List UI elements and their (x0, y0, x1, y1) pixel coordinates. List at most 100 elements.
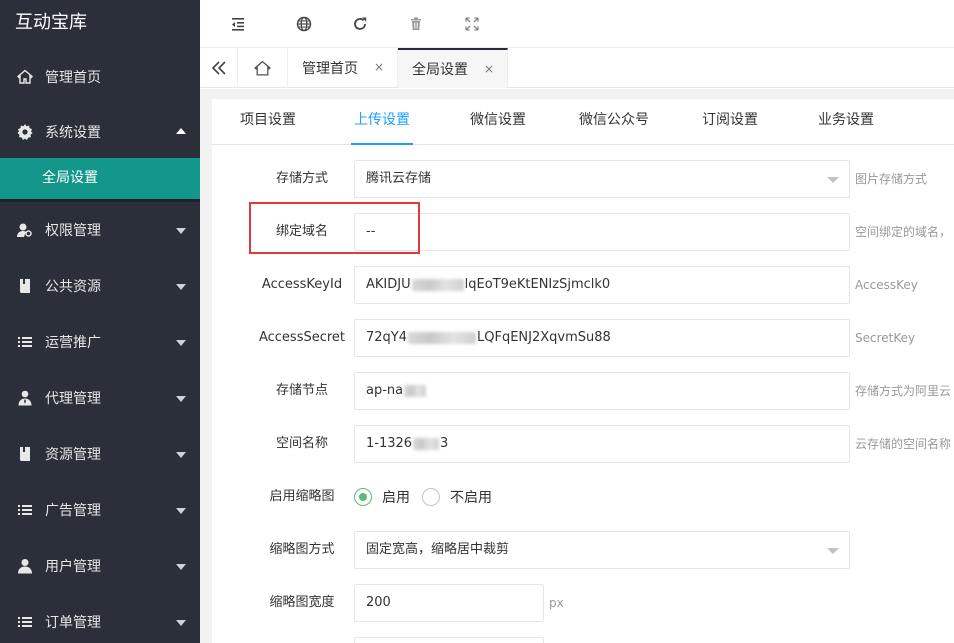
unit-label: px (549, 596, 564, 610)
form-label: 绑定域名 (275, 224, 328, 239)
value-part: AKIDJU (366, 277, 411, 292)
tab-home-button[interactable] (238, 48, 288, 88)
top-toolbar (200, 0, 954, 48)
chevron-down-icon (827, 548, 839, 554)
form-row-accesskey: AccessKeyId AKIDJU lqEoT9eKtENIzSjmclk0 A… (212, 266, 954, 304)
user-key-icon (16, 221, 34, 239)
refresh-button[interactable] (332, 0, 388, 48)
form-row-node: 存储节点 ap-na 存储方式为阿里云 (212, 372, 954, 410)
chevron-up-icon (176, 128, 186, 134)
list-icon (16, 501, 34, 519)
agent-icon (16, 389, 34, 407)
subtab-subscription[interactable]: 订阅设置 (672, 99, 788, 144)
sidebar-item-orders[interactable]: 订单管理 (0, 594, 200, 643)
close-icon[interactable]: × (374, 60, 384, 74)
accesskey-input[interactable]: AKIDJU lqEoT9eKtENIzSjmclk0 (354, 266, 850, 304)
home-icon (254, 60, 271, 76)
collapse-menu-button[interactable] (200, 0, 276, 48)
form-hint: 空间绑定的域名， (855, 225, 952, 239)
redacted-blur (413, 437, 440, 450)
radio-label: 启用 (382, 490, 410, 506)
sidebar-item-agents[interactable]: 代理管理 (0, 370, 200, 426)
chevron-down-icon (176, 620, 186, 626)
chevron-down-icon (176, 564, 186, 570)
chevron-down-icon (176, 228, 186, 234)
fullscreen-icon (465, 16, 479, 31)
tab-admin-home[interactable]: 管理首页 × (288, 48, 398, 88)
trash-icon (411, 17, 421, 30)
home-icon (16, 68, 34, 86)
thumb-width-input[interactable]: 200 (354, 584, 544, 622)
tabs-scroll-left-button[interactable] (200, 48, 238, 88)
tab-label: 管理首页 (302, 61, 358, 77)
sidebar-item-users[interactable]: 用户管理 (0, 538, 200, 594)
fullscreen-button[interactable] (444, 0, 500, 48)
sidebar-subitem-global-settings[interactable]: 全局设置 (0, 158, 200, 199)
form-label: 存储方式 (275, 171, 328, 186)
select-value: 腾讯云存储 (366, 171, 432, 186)
sidebar-item-label: 公共资源 (45, 279, 101, 295)
form-hint: AccessKey (855, 278, 918, 292)
sidebar-item-label: 系统设置 (45, 125, 101, 141)
globe-icon (296, 16, 312, 31)
chevron-down-icon (176, 452, 186, 458)
form-row-bucket: 空间名称 1-1326 3 云存储的空间名称 (212, 425, 954, 463)
form-row-thumb-enable: 启用缩略图 启用 不启用 (212, 478, 954, 516)
value-part: LQFqENJ2XqvmSu88 (477, 330, 611, 345)
main-content: 项目设置 上传设置 微信设置 微信公众号 订阅设置 业务设置 存储方式 腾讯云存… (200, 89, 954, 643)
form-row-domain: 绑定域名 -- 空间绑定的域名， (212, 213, 954, 251)
radio-enable[interactable]: 启用 (354, 487, 410, 507)
form-hint: 云存储的空间名称 (855, 437, 952, 451)
form-label: AccessSecret (258, 330, 346, 345)
book-icon (16, 445, 34, 463)
tab-global-settings[interactable]: 全局设置 × (398, 48, 508, 88)
domain-input[interactable]: -- (354, 213, 850, 251)
sidebar-item-resources[interactable]: 资源管理 (0, 426, 200, 482)
website-button[interactable] (276, 0, 332, 48)
chevron-down-icon (176, 284, 186, 290)
sidebar-item-ads[interactable]: 广告管理 (0, 482, 200, 538)
close-icon[interactable]: × (484, 62, 494, 76)
book-icon (16, 277, 34, 295)
sidebar-item-label: 资源管理 (45, 447, 101, 463)
thumb-height-input[interactable] (354, 637, 544, 643)
form-hint: SecretKey (855, 331, 916, 345)
list-icon (16, 613, 34, 631)
sidebar-item-home[interactable]: 管理首页 (0, 48, 200, 106)
accesssecret-input[interactable]: 72qY4 LQFqENJ2XqvmSu88 (354, 319, 850, 357)
sidebar-item-label: 权限管理 (45, 223, 101, 239)
refresh-icon (354, 17, 367, 30)
chevron-down-icon (176, 340, 186, 346)
radio-checked-icon (354, 488, 372, 506)
sidebar-item-system-settings[interactable]: 系统设置 (0, 106, 200, 158)
bucket-input[interactable]: 1-1326 3 (354, 425, 850, 463)
thumb-mode-select[interactable]: 固定宽高，缩略居中裁剪 (354, 531, 850, 569)
sidebar-item-public-resources[interactable]: 公共资源 (0, 258, 200, 314)
value-part: 3 (440, 436, 449, 451)
indent-icon (232, 17, 244, 31)
sidebar-item-permissions[interactable]: 权限管理 (0, 202, 200, 258)
form-row-accesssecret: AccessSecret 72qY4 LQFqENJ2XqvmSu88 Secre… (212, 319, 954, 357)
clear-cache-button[interactable] (388, 0, 444, 48)
form-label: AccessKeyId (261, 277, 343, 292)
user-icon (16, 557, 34, 575)
subtab-project[interactable]: 项目设置 (212, 99, 324, 144)
subtab-upload[interactable]: 上传设置 (324, 99, 440, 145)
subtab-wechat-official[interactable]: 微信公众号 (556, 99, 672, 144)
thumb-enable-radio-group: 启用 不启用 (354, 478, 504, 516)
value-part: lqEoT9eKtENIzSjmclk0 (464, 277, 611, 292)
subtab-wechat[interactable]: 微信设置 (440, 99, 556, 144)
redacted-blur (408, 331, 477, 344)
subtab-business[interactable]: 业务设置 (788, 99, 904, 144)
form-hint: 存储方式为阿里云 (855, 384, 952, 398)
radio-disable[interactable]: 不启用 (422, 487, 492, 507)
form-row-storage: 存储方式 腾讯云存储 图片存储方式 (212, 160, 954, 198)
sidebar-item-marketing[interactable]: 运营推广 (0, 314, 200, 370)
sidebar: 互动宝库 管理首页 系统设置 全局设置 权限管理 公共资源 运营推广 代理管理 … (0, 0, 200, 643)
form-label: 缩略图宽度 (269, 595, 335, 610)
storage-select[interactable]: 腾讯云存储 (354, 160, 850, 198)
tab-label: 全局设置 (412, 62, 468, 78)
sidebar-item-label: 管理首页 (45, 70, 101, 86)
value-part: 72qY4 (366, 330, 408, 345)
node-input[interactable]: ap-na (354, 372, 850, 410)
